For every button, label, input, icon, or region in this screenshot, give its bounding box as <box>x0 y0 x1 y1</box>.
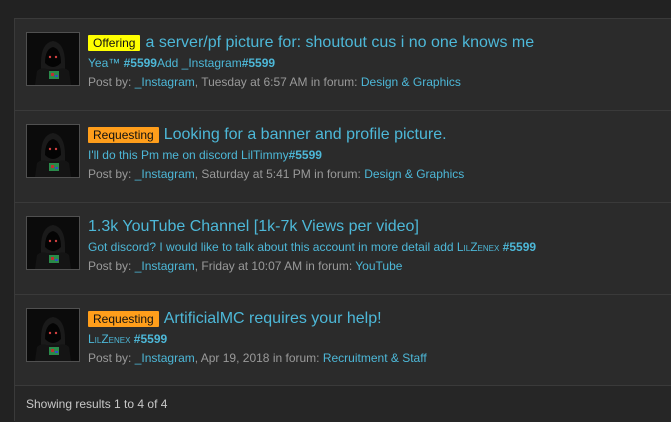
results-count: Showing results 1 to 4 of 4 <box>26 397 168 411</box>
post-time: Friday at 10:07 AM <box>201 259 303 273</box>
snippet-part: Got discord? I would like to talk about … <box>88 240 457 254</box>
snippet-part: LilZenex <box>456 240 500 254</box>
avatar[interactable] <box>26 32 80 86</box>
author-link[interactable]: _Instagram <box>135 75 195 89</box>
result-snippet: LilZenex #5599 <box>88 332 663 348</box>
forum-link[interactable]: YouTube <box>355 259 402 273</box>
thread-title-link[interactable]: 1.3k YouTube Channel [1k-7k Views per vi… <box>88 218 419 236</box>
post-time: Saturday at 5:41 PM <box>201 167 311 181</box>
search-results-panel: Offering a server/pf picture for: shouto… <box>14 18 671 422</box>
prefix-tag: Requesting <box>88 311 159 327</box>
forum-link[interactable]: Recruitment & Staff <box>323 351 427 365</box>
result-meta: Post by: _Instagram, Saturday at 5:41 PM… <box>88 167 465 181</box>
search-result: Requesting Looking for a banner and prof… <box>15 111 671 203</box>
snippet-part: #5599 <box>241 56 276 70</box>
hooded-figure-icon <box>27 217 79 269</box>
meta-prefix: Post by: <box>88 75 132 89</box>
post-time: Tuesday at 6:57 AM <box>201 75 308 89</box>
thread-title-link[interactable]: ArtificialMC requires your help! <box>164 310 382 328</box>
forum-link[interactable]: Design & Graphics <box>364 167 464 181</box>
thread-title-link[interactable]: a server/pf picture for: shoutout cus i … <box>145 34 534 52</box>
result-meta: Post by: _Instagram, Tuesday at 6:57 AM … <box>88 75 461 89</box>
meta-forum-prefix: in forum: <box>310 75 358 89</box>
avatar[interactable] <box>26 124 80 178</box>
result-meta: Post by: _Instagram, Apr 19, 2018 in for… <box>88 351 427 365</box>
meta-forum-prefix: in forum: <box>272 351 320 365</box>
result-snippet: Yea™ #5599Add _Instagram#5599 <box>88 56 663 72</box>
prefix-tag: Requesting <box>88 127 159 143</box>
snippet-part: #5599 <box>288 148 322 162</box>
author-link[interactable]: _Instagram <box>135 167 195 181</box>
snippet-part: Add _Instagram <box>156 56 242 70</box>
author-link[interactable]: _Instagram <box>135 351 195 365</box>
hooded-figure-icon <box>27 309 79 361</box>
hooded-figure-icon <box>27 125 79 177</box>
result-snippet: Got discord? I would like to talk about … <box>88 240 663 256</box>
result-meta: Post by: _Instagram, Friday at 10:07 AM … <box>88 259 403 273</box>
snippet-part: #5599 <box>123 56 157 70</box>
meta-forum-prefix: in forum: <box>314 167 361 181</box>
snippet-part: I'll do this Pm me on discord LilTimmy <box>88 148 289 162</box>
search-result: 1.3k YouTube Channel [1k-7k Views per vi… <box>15 203 671 295</box>
hooded-figure-icon <box>27 33 79 85</box>
thread-title-link[interactable]: Looking for a banner and profile picture… <box>164 126 447 144</box>
results-footer: Showing results 1 to 4 of 4 <box>15 385 671 422</box>
results-list: Offering a server/pf picture for: shouto… <box>15 19 671 387</box>
meta-prefix: Post by: <box>88 259 132 273</box>
avatar[interactable] <box>26 216 80 270</box>
post-time: Apr 19, 2018 <box>200 351 270 365</box>
snippet-part: #5599 <box>499 240 537 254</box>
meta-prefix: Post by: <box>88 167 132 181</box>
result-snippet: I'll do this Pm me on discord LilTimmy#5… <box>88 148 663 164</box>
snippet-part: Yea™ <box>88 56 124 70</box>
snippet-part: #5599 <box>130 332 168 346</box>
avatar[interactable] <box>26 308 80 362</box>
forum-link[interactable]: Design & Graphics <box>361 75 461 89</box>
snippet-part: LilZenex <box>88 332 131 346</box>
author-link[interactable]: _Instagram <box>135 259 195 273</box>
meta-forum-prefix: in forum: <box>305 259 353 273</box>
prefix-tag: Offering <box>88 35 141 51</box>
search-result: Requesting ArtificialMC requires your he… <box>15 295 671 387</box>
search-result: Offering a server/pf picture for: shouto… <box>15 19 671 111</box>
meta-prefix: Post by: <box>88 351 132 365</box>
